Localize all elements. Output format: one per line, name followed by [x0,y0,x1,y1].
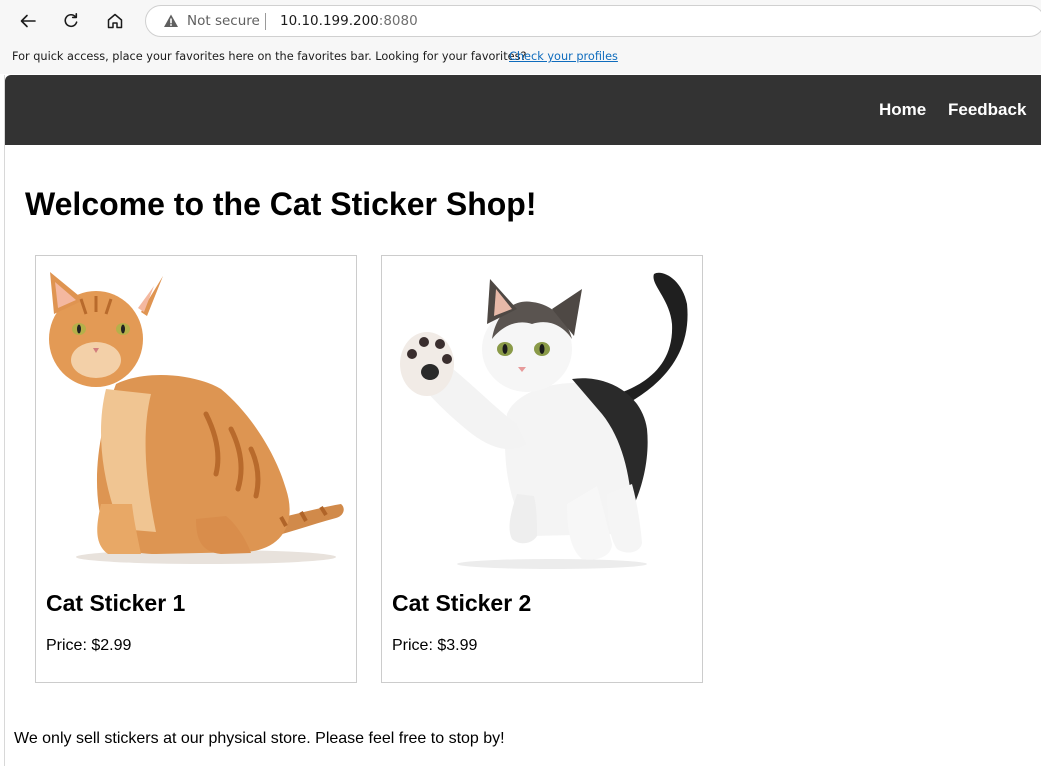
back-button[interactable] [12,5,44,37]
nav-feedback-link[interactable]: Feedback [948,100,1026,120]
page-title: Welcome to the Cat Sticker Shop! [25,186,537,222]
home-icon [107,13,123,29]
favorites-message: For quick access, place your favorites h… [12,50,527,63]
check-profiles-link[interactable]: Check your profiles [509,50,618,63]
home-button[interactable] [99,5,131,37]
site-navbar: Home Feedback [5,75,1041,145]
warning-icon[interactable] [163,13,179,29]
page-viewport: Home Feedback Welcome to the Cat Sticker… [4,75,1041,766]
address-divider [265,13,266,30]
kitten-image [400,272,688,569]
browser-toolbar: Not secure 10.10.199.200:8080 [0,0,1041,42]
refresh-button[interactable] [55,5,87,37]
product-price: Price: $3.99 [392,637,478,654]
url-text[interactable]: 10.10.199.200:8080 [280,13,418,29]
product-card: Cat Sticker 2 Price: $3.99 [381,255,703,683]
product-name: Cat Sticker 1 [46,590,186,616]
product-name: Cat Sticker 2 [392,590,532,616]
url-port: :8080 [378,13,418,29]
favorites-bar: For quick access, place your favorites h… [0,42,1041,74]
product-price: Price: $2.99 [46,637,132,654]
back-icon [20,14,36,28]
orange-cat-image [49,272,344,564]
url-host: 10.10.199.200 [280,13,379,29]
refresh-icon [64,13,78,28]
security-status[interactable]: Not secure [187,13,260,29]
store-note: We only sell stickers at our physical st… [14,730,505,747]
product-card: Cat Sticker 1 Price: $2.99 [35,255,357,683]
address-bar[interactable]: Not secure 10.10.199.200:8080 [145,5,1041,37]
nav-home-link[interactable]: Home [879,100,926,120]
